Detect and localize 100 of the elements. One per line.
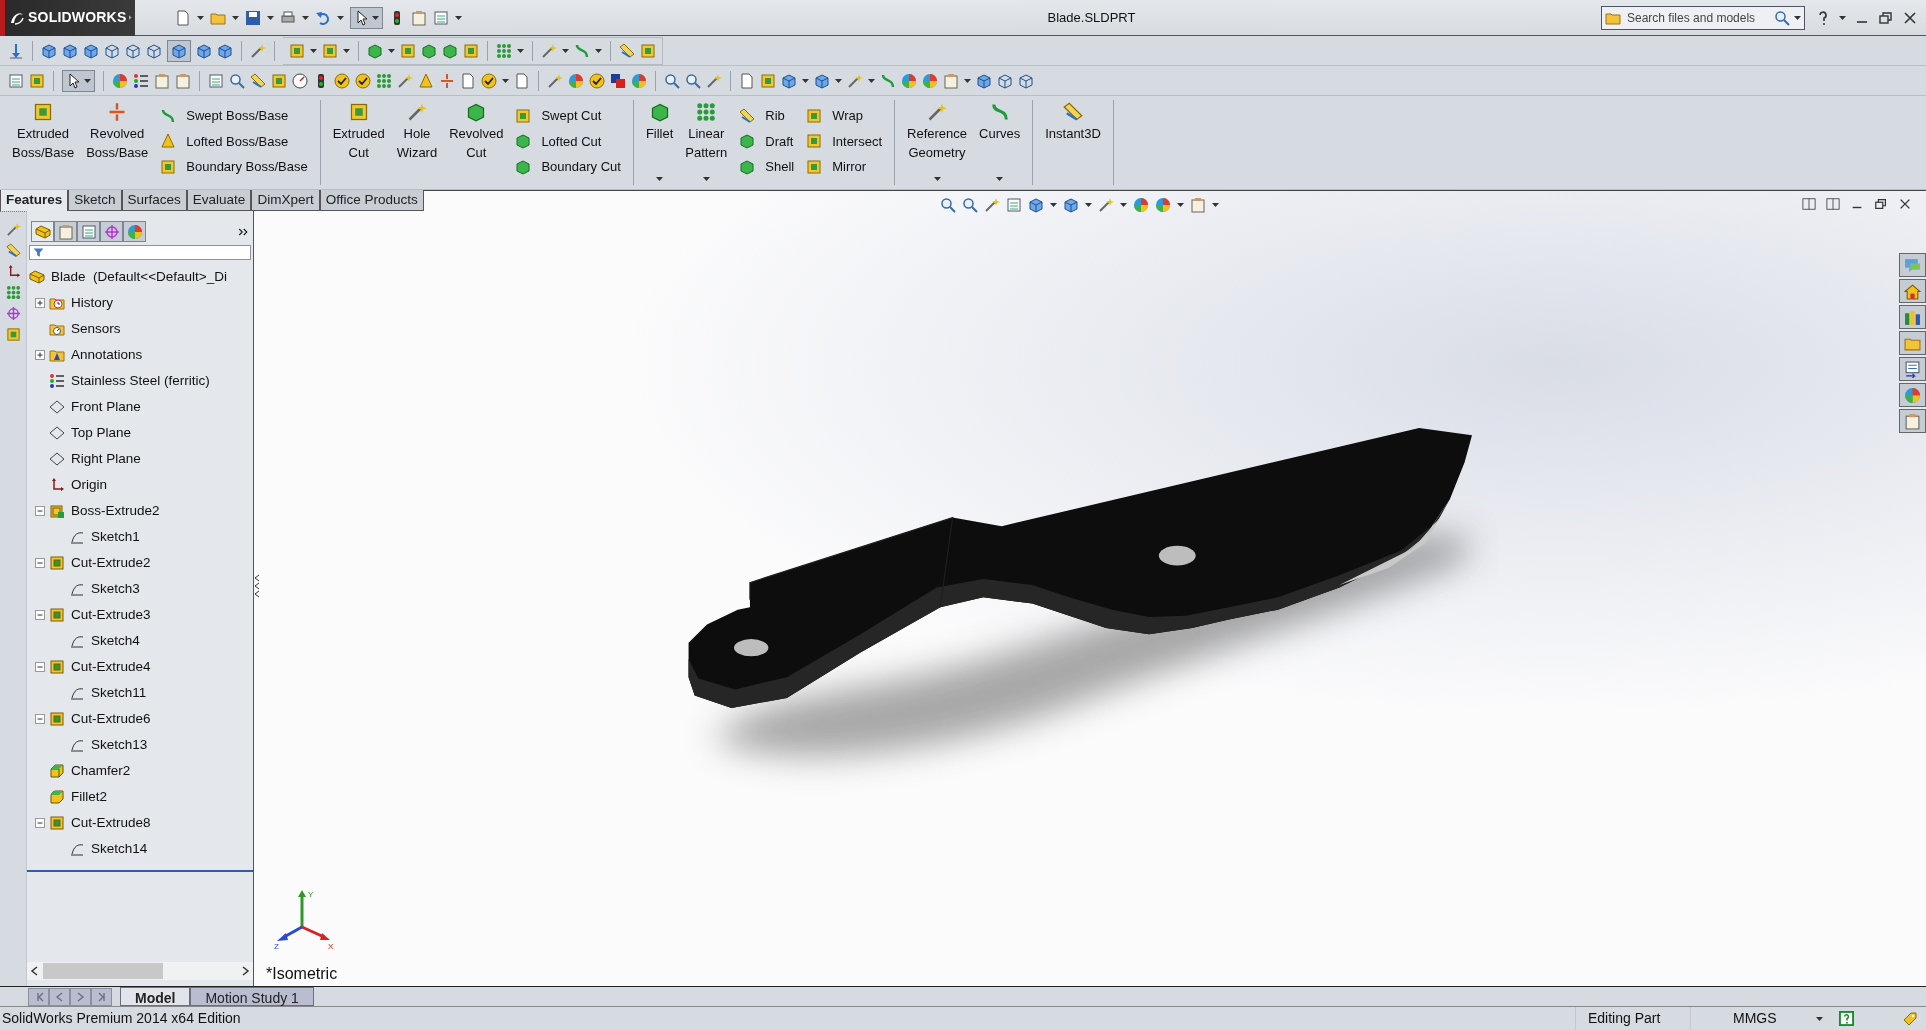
wireframe-cube-icon[interactable]	[146, 42, 162, 59]
ribbon-button[interactable]: Reference Geometry	[903, 102, 971, 185]
caret-icon[interactable]	[502, 78, 509, 83]
expand-toggle[interactable]	[35, 506, 45, 516]
gauge-icon[interactable]	[292, 72, 308, 89]
wireframe-cube-icon[interactable]	[104, 42, 120, 59]
wireframe-cube-icon[interactable]	[997, 72, 1013, 89]
magnifier-icon[interactable]	[229, 72, 245, 89]
dropdown-caret[interactable]	[996, 177, 1004, 181]
caret-icon[interactable]	[562, 48, 569, 53]
magnifier-icon[interactable]	[664, 72, 680, 89]
caret-icon[interactable]	[84, 78, 91, 83]
undo-icon[interactable]	[315, 9, 331, 26]
help-icon[interactable]	[1839, 1011, 1854, 1026]
caret-icon[interactable]	[1839, 15, 1846, 20]
dropdown-caret[interactable]	[933, 177, 941, 181]
command-tab[interactable]: Office Products	[319, 190, 424, 211]
tree-item[interactable]: Sensors	[69, 317, 123, 341]
caret-icon[interactable]	[964, 78, 971, 83]
document-icon[interactable]	[175, 9, 191, 26]
cube-icon[interactable]	[83, 42, 99, 59]
ribbon-button[interactable]: Lofted Boss/Base	[156, 131, 312, 151]
dot-grid-icon[interactable]	[496, 42, 512, 59]
magnifier-icon[interactable]	[1774, 9, 1790, 26]
task-pane-tab[interactable]	[1899, 383, 1926, 407]
nav-button[interactable]	[49, 988, 70, 1006]
restore-icon[interactable]	[1878, 9, 1894, 26]
checklist-icon[interactable]	[433, 9, 449, 26]
dot-grid-icon[interactable]	[376, 72, 392, 89]
document-icon[interactable]	[460, 72, 476, 89]
checkmark-icon[interactable]	[481, 72, 497, 89]
checklist-icon[interactable]	[208, 72, 224, 89]
curve-icon[interactable]	[880, 72, 896, 89]
color-wheel-icon[interactable]	[1133, 197, 1149, 213]
wand-icon[interactable]	[250, 42, 266, 59]
ribbon-button[interactable]: Draft	[735, 131, 799, 151]
document-icon[interactable]	[739, 72, 755, 89]
caret-icon[interactable]	[517, 48, 524, 53]
caret-icon[interactable]	[1794, 15, 1801, 20]
ribbon-button[interactable]: Shell	[735, 157, 799, 177]
tree-item[interactable]: Top Plane	[69, 421, 134, 445]
task-pane-tab[interactable]	[1899, 279, 1926, 303]
model-tab[interactable]: Model	[120, 987, 191, 1006]
wand-icon[interactable]	[397, 72, 413, 89]
tree-item[interactable]: Sketch1	[89, 525, 142, 549]
restore-icon[interactable]	[1874, 197, 1888, 211]
caret-icon[interactable]	[1212, 203, 1219, 207]
wand-icon[interactable]	[847, 72, 863, 89]
blade-model-drawing[interactable]	[688, 427, 1472, 757]
caret-icon[interactable]	[302, 15, 309, 20]
nav-button[interactable]	[91, 988, 112, 1006]
color-wheel-icon[interactable]	[901, 72, 917, 89]
filter-field[interactable]	[29, 245, 251, 260]
down-arrow-icon[interactable]	[8, 42, 24, 59]
command-tab[interactable]: Evaluate	[186, 190, 252, 211]
arrows-icon[interactable]	[439, 72, 455, 89]
color-wheel-icon[interactable]	[631, 72, 647, 89]
panel-tab[interactable]	[77, 221, 100, 242]
ribbon-button[interactable]: Lofted Cut	[511, 131, 625, 151]
color-wheel-icon[interactable]	[922, 72, 938, 89]
caret-icon[interactable]	[1177, 203, 1184, 207]
expand-toggle[interactable]	[35, 350, 45, 360]
expand-toggle[interactable]	[35, 818, 45, 828]
ribbon-button[interactable]: Extruded Boss/Base	[8, 102, 79, 185]
panel-tab[interactable]	[54, 221, 77, 242]
tree-item[interactable]: Cut-Extrude6	[69, 707, 153, 731]
ribbon-button[interactable]: Linear Pattern	[681, 102, 732, 185]
square-icon[interactable]	[289, 42, 305, 59]
tree-item[interactable]: History	[69, 291, 115, 315]
caret-icon[interactable]	[802, 78, 809, 83]
split-view-icon[interactable]	[1802, 197, 1816, 211]
close-icon[interactable]	[1898, 197, 1912, 211]
tree-item[interactable]: Cut-Extrude4	[69, 655, 153, 679]
caret-icon[interactable]	[232, 15, 239, 20]
task-pane-tab[interactable]	[1899, 409, 1926, 433]
nav-button[interactable]	[70, 988, 91, 1006]
command-tab[interactable]: Sketch	[68, 190, 122, 211]
magnifier-icon[interactable]	[940, 197, 956, 213]
overlapping-squares-icon[interactable]	[610, 72, 626, 89]
ribbon-button[interactable]: Mirror	[802, 157, 887, 177]
caret-icon[interactable]	[337, 15, 344, 20]
tree-item[interactable]: Sketch13	[89, 733, 150, 757]
caret-icon[interactable]	[455, 15, 462, 20]
color-list-icon[interactable]	[133, 72, 149, 89]
tree-item[interactable]: Cut-Extrude2	[69, 551, 153, 575]
color-wheel-icon[interactable]	[112, 72, 128, 89]
square-icon[interactable]	[463, 42, 479, 59]
magnifier-icon[interactable]	[962, 197, 978, 213]
caret-icon[interactable]	[1085, 203, 1092, 207]
ribbon-button[interactable]: Wrap	[802, 106, 887, 126]
checkmark-icon[interactable]	[334, 72, 350, 89]
split-view-icon[interactable]	[1826, 197, 1840, 211]
cube-icon[interactable]	[41, 42, 57, 59]
caret-icon[interactable]	[388, 48, 395, 53]
ribbon-button[interactable]: Intersect	[802, 131, 887, 151]
caret-icon[interactable]	[310, 48, 317, 53]
tree-item[interactable]: Fillet2	[69, 785, 109, 809]
crosshair-icon[interactable]	[5, 306, 21, 321]
curve-icon[interactable]	[574, 42, 590, 59]
block-icon[interactable]	[367, 42, 383, 59]
